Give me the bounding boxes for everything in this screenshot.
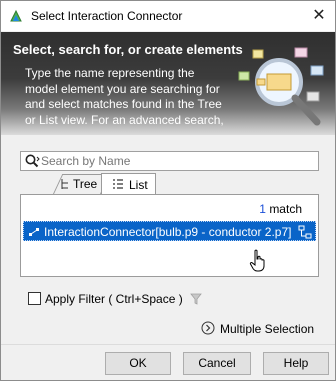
tab-list-label: List: [129, 178, 148, 192]
connector-icon: [29, 228, 39, 236]
banner-description-line: model element you are searching for: [25, 81, 220, 96]
multiple-selection-label: Multiple Selection: [220, 322, 315, 336]
magnifier-over-elements-icon: [238, 47, 324, 126]
chevron-right-circle-icon: [201, 321, 215, 335]
apply-filter-label[interactable]: Apply Filter ( Ctrl+Space ): [45, 292, 183, 306]
hierarchy-icon[interactable]: [298, 225, 312, 239]
match-count-label: match: [269, 202, 302, 216]
funnel-icon[interactable]: [190, 293, 202, 305]
banner-description-line: and select matches found in the Tree: [25, 97, 222, 111]
window-title: Select Interaction Connector: [31, 9, 183, 23]
apply-filter-checkbox[interactable]: [28, 292, 41, 305]
tab-tree-label: Tree: [73, 177, 98, 191]
footer-divider: [1, 344, 335, 345]
close-button[interactable]: ✕: [309, 6, 329, 26]
banner-description-line: Type the name representing the: [25, 66, 195, 80]
list-item-label: InteractionConnector[bulb.p9 - conductor…: [44, 225, 292, 239]
search-input[interactable]: [41, 153, 311, 169]
banner-description-line: or List view. For an advanced search,: [25, 112, 224, 127]
header-banner: Select, search for, or create elements T…: [1, 32, 335, 135]
list-icon: [113, 179, 123, 189]
tree-icon: [61, 179, 68, 189]
ok-button[interactable]: OK: [105, 352, 171, 375]
search-box[interactable]: [20, 151, 319, 171]
cancel-button[interactable]: Cancel: [183, 352, 251, 375]
title-bar: Select Interaction Connector ✕: [1, 1, 335, 31]
banner-description: Type the name representing the model ele…: [25, 66, 225, 128]
search-icon: [25, 154, 40, 168]
hand-cursor-icon: [249, 249, 265, 272]
match-count-number: 1: [259, 202, 266, 216]
banner-title: Select, search for, or create elements: [13, 42, 243, 57]
select-interaction-connector-dialog: Select Interaction Connector ✕ Select, s…: [0, 0, 336, 381]
results-list[interactable]: 1 match InteractionConnector[bulb.p9 - c…: [20, 194, 319, 277]
magicdraw-app-icon: [10, 9, 22, 22]
help-button[interactable]: Help: [263, 352, 329, 375]
match-count: 1 match: [259, 202, 302, 216]
list-item[interactable]: InteractionConnector[bulb.p9 - conductor…: [23, 221, 316, 241]
